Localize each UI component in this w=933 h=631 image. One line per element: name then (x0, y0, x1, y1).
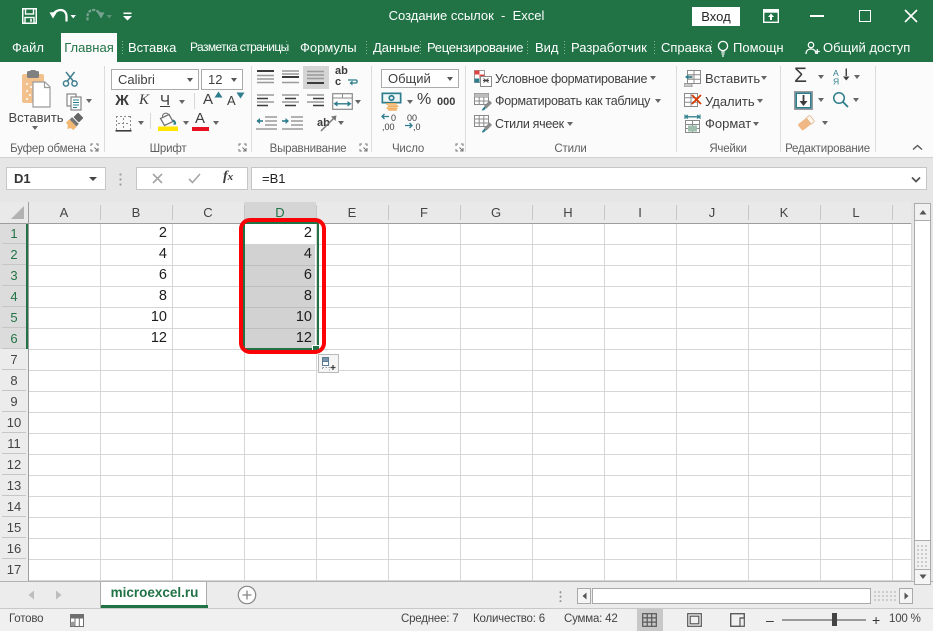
svg-text:,00: ,00 (382, 122, 395, 132)
svg-text:,0: ,0 (413, 122, 421, 132)
svg-text:Я: Я (833, 77, 839, 86)
